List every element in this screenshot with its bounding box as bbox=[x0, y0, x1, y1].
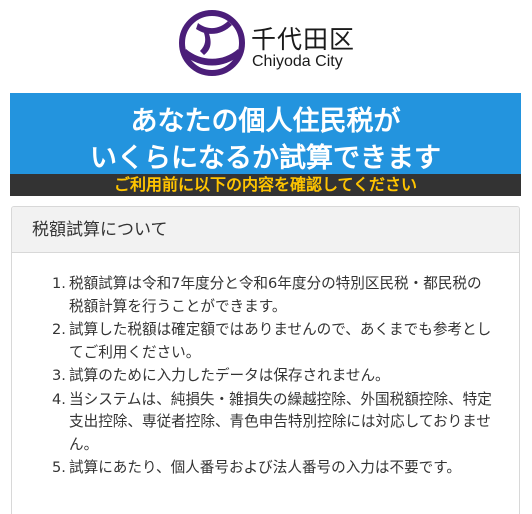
list-item-text: 当システムは、純損失・雑損失の繰越控除、外国税額控除、特定支出控除、専従者控除、… bbox=[69, 390, 492, 453]
about-tax-estimate-card: 税額試算について 1. 税額試算は令和7年度分と令和6年度分の特別区民税・都民税… bbox=[11, 206, 520, 514]
banner-title-line2: いくらになるか試算できます bbox=[90, 143, 441, 174]
list-item: 5. 試算にあたり、個人番号および法人番号の入力は不要です。 bbox=[52, 457, 495, 480]
banner-title-line1: あなたの個人住民税が bbox=[130, 106, 401, 137]
hero-banner: あなたの個人住民税が いくらになるか試算できます bbox=[10, 93, 521, 174]
list-item-text: 税額試算は令和7年度分と令和6年度分の特別区民税・都民税の税額計算を行うことがで… bbox=[69, 275, 482, 315]
card-body: 1. 税額試算は令和7年度分と令和6年度分の特別区民税・都民税の税額計算を行うこ… bbox=[12, 253, 519, 480]
list-item-number: 4. bbox=[52, 390, 66, 408]
list-item: 4. 当システムは、純損失・雑損失の繰越控除、外国税額控除、特定支出控除、専従者… bbox=[52, 389, 495, 457]
list-item: 3. 試算のために入力したデータは保存されません。 bbox=[52, 365, 495, 388]
notes-list: 1. 税額試算は令和7年度分と令和6年度分の特別区民税・都民税の税額計算を行うこ… bbox=[52, 273, 495, 480]
list-item-number: 3. bbox=[52, 367, 66, 384]
list-item-text: 試算にあたり、個人番号および法人番号の入力は不要です。 bbox=[69, 459, 461, 476]
city-name: 千代田区 bbox=[251, 25, 356, 54]
list-item-text: 試算のために入力したデータは保存されません。 bbox=[69, 367, 390, 384]
list-item-number: 5. bbox=[52, 459, 66, 476]
chiyoda-city-emblem-icon[interactable] bbox=[178, 9, 246, 77]
site-header: 千代田区 Chiyoda City bbox=[0, 0, 532, 90]
list-item-number: 2. bbox=[52, 321, 66, 338]
list-item: 2. 試算した税額は確定額ではありませんので、あくまでも参考としてご利用ください… bbox=[52, 319, 495, 364]
list-item-text: 試算した税額は確定額ではありませんので、あくまでも参考としてご利用ください。 bbox=[69, 321, 492, 361]
list-item-number: 1. bbox=[52, 275, 66, 292]
city-name-roman: Chiyoda City bbox=[252, 53, 343, 70]
list-item: 1. 税額試算は令和7年度分と令和6年度分の特別区民税・都民税の税額計算を行うこ… bbox=[52, 273, 495, 318]
notice-bar: ご利用前に以下の内容を確認してください bbox=[10, 174, 521, 196]
card-title: 税額試算について bbox=[12, 207, 519, 253]
